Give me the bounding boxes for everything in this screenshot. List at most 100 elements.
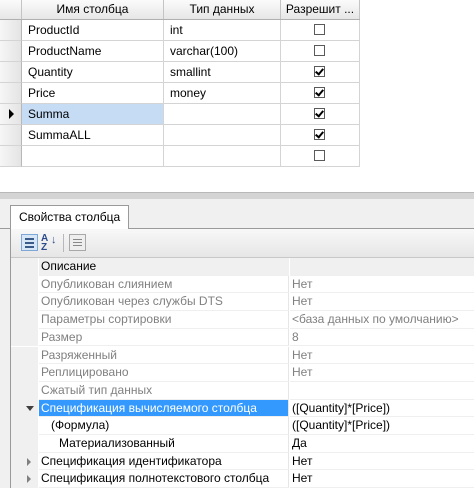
column-name-cell[interactable]: ProductName	[22, 41, 164, 62]
allow-nulls-checkbox[interactable]	[314, 66, 325, 77]
property-row[interactable]: Опубликован через службы DTS Нет	[11, 293, 474, 312]
property-value[interactable]	[290, 258, 474, 276]
property-row[interactable]: Параметры сортировки <база данных по умол…	[11, 311, 474, 329]
row-selector[interactable]	[0, 41, 22, 62]
row-selector[interactable]	[0, 83, 22, 104]
alphabetical-sort-icon[interactable]: A Z ↓	[41, 233, 58, 253]
property-row[interactable]: Опубликован слиянием Нет	[11, 275, 474, 294]
property-name: Материализованный	[39, 435, 289, 453]
column-header-type[interactable]: Тип данных	[164, 0, 281, 19]
property-value[interactable]: Нет	[290, 453, 474, 471]
property-row[interactable]: Размер 8	[11, 328, 474, 347]
property-gutter	[11, 275, 38, 294]
property-gutter	[11, 364, 38, 382]
categorized-icon[interactable]	[21, 234, 38, 251]
property-name: Спецификация идентификатора	[39, 452, 289, 471]
data-type-cell[interactable]: money	[164, 83, 281, 104]
property-value[interactable]: <база данных по умолчанию>	[290, 311, 474, 329]
table-row[interactable]: ProductName varchar(100)	[0, 41, 360, 62]
property-row[interactable]: Реплицировано Нет	[11, 364, 474, 382]
property-row[interactable]: Спецификация полнотекстового столбца Нет	[11, 470, 474, 488]
expand-triangle-icon[interactable]	[27, 475, 31, 484]
column-name-cell[interactable]	[22, 146, 164, 167]
table-row[interactable]: SummaALL	[0, 125, 360, 146]
property-value[interactable]: Нет	[290, 470, 474, 488]
property-category[interactable]: Описание	[11, 258, 474, 276]
property-row[interactable]: Сжатый тип данных	[11, 381, 474, 400]
property-name: Сжатый тип данных	[39, 381, 289, 400]
table-row[interactable]: Price money	[0, 83, 360, 104]
allow-nulls-checkbox[interactable]	[314, 129, 325, 140]
property-value[interactable]	[290, 382, 474, 400]
expand-triangle-icon[interactable]	[27, 457, 31, 466]
property-pages-icon[interactable]	[69, 234, 86, 251]
property-row[interactable]: Спецификация идентификатора Нет	[11, 452, 474, 471]
property-gutter	[11, 293, 38, 312]
column-header-allow-nulls[interactable]: Разрешит ...	[281, 0, 360, 19]
property-value[interactable]: Нет	[290, 347, 474, 365]
property-name: Опубликован слиянием	[39, 275, 289, 294]
property-value[interactable]: Нет	[290, 364, 474, 382]
allow-nulls-checkbox[interactable]	[314, 108, 325, 119]
property-grid: A Z ↓ Описание Опубликован слиянием Нет Опу…	[10, 229, 474, 488]
property-gutter	[11, 258, 38, 276]
property-name: Разряженный	[39, 346, 289, 365]
data-type-cell[interactable]	[164, 104, 281, 125]
collapse-triangle-icon[interactable]	[26, 405, 34, 411]
row-selector[interactable]	[0, 62, 22, 83]
property-value[interactable]: ([Quantity]*[Price])	[290, 417, 474, 435]
alphabetical-glyph: A Z	[41, 233, 48, 253]
property-toolbar: A Z ↓	[11, 229, 474, 258]
property-row[interactable]: (Формула) ([Quantity]*[Price])	[11, 417, 474, 435]
column-name-cell[interactable]: Summa	[22, 104, 164, 125]
allow-nulls-checkbox[interactable]	[314, 87, 325, 98]
property-row[interactable]: Разряженный Нет	[11, 346, 474, 365]
property-name: Спецификация вычисляемого столбца	[39, 399, 289, 418]
property-gutter	[11, 381, 38, 400]
property-gutter	[11, 346, 38, 365]
row-selector[interactable]	[0, 125, 22, 146]
property-value[interactable]: ([Quantity]*[Price])	[290, 400, 474, 418]
column-name-cell[interactable]: Quantity	[22, 62, 164, 83]
grid-header: Имя столбца Тип данных Разрешит ...	[0, 0, 360, 20]
data-type-cell[interactable]	[164, 125, 281, 146]
property-value[interactable]: 8	[290, 329, 474, 347]
property-name: Размер	[39, 328, 289, 347]
column-name-cell[interactable]: Price	[22, 83, 164, 104]
data-type-cell[interactable]: int	[164, 20, 281, 41]
row-header-corner	[0, 0, 22, 19]
table-row[interactable]: Summa	[0, 104, 360, 125]
property-gutter	[11, 328, 38, 347]
property-gutter	[11, 435, 38, 453]
property-name: Параметры сортировки	[39, 311, 289, 329]
sort-arrow-icon: ↓	[51, 234, 57, 246]
data-type-cell[interactable]: varchar(100)	[164, 41, 281, 62]
allow-nulls-checkbox[interactable]	[314, 150, 325, 161]
column-grid: Имя столбца Тип данных Разрешит ... Prod…	[0, 0, 360, 176]
column-name-cell[interactable]: SummaALL	[22, 125, 164, 146]
property-name: Реплицировано	[39, 364, 289, 382]
row-selector[interactable]	[0, 20, 22, 41]
table-row[interactable]	[0, 146, 360, 167]
table-row[interactable]: Quantity smallint	[0, 62, 360, 83]
property-gutter	[11, 452, 38, 471]
allow-nulls-checkbox[interactable]	[314, 24, 325, 35]
property-row[interactable]: Материализованный Да	[11, 435, 474, 453]
row-selector[interactable]	[0, 146, 22, 167]
property-row[interactable]: Спецификация вычисляемого столбца ([Quant…	[11, 399, 474, 418]
tab-column-properties[interactable]: Свойства столбца	[10, 205, 130, 229]
row-selector[interactable]	[0, 104, 22, 125]
property-gutter	[11, 311, 38, 329]
table-row[interactable]: ProductId int	[0, 20, 360, 41]
column-header-name[interactable]: Имя столбца	[22, 0, 164, 19]
column-properties-pane: Свойства столбца A Z ↓ Описание Опубликов…	[0, 199, 474, 488]
data-type-cell[interactable]: smallint	[164, 62, 281, 83]
tab-strip: Свойства столбца	[0, 199, 474, 229]
allow-nulls-checkbox[interactable]	[314, 45, 325, 56]
property-gutter	[11, 470, 38, 488]
property-value[interactable]: Нет	[290, 293, 474, 312]
column-name-cell[interactable]: ProductId	[22, 20, 164, 41]
data-type-cell[interactable]	[164, 146, 281, 167]
property-value[interactable]: Да	[290, 435, 474, 453]
property-value[interactable]: Нет	[290, 276, 474, 294]
